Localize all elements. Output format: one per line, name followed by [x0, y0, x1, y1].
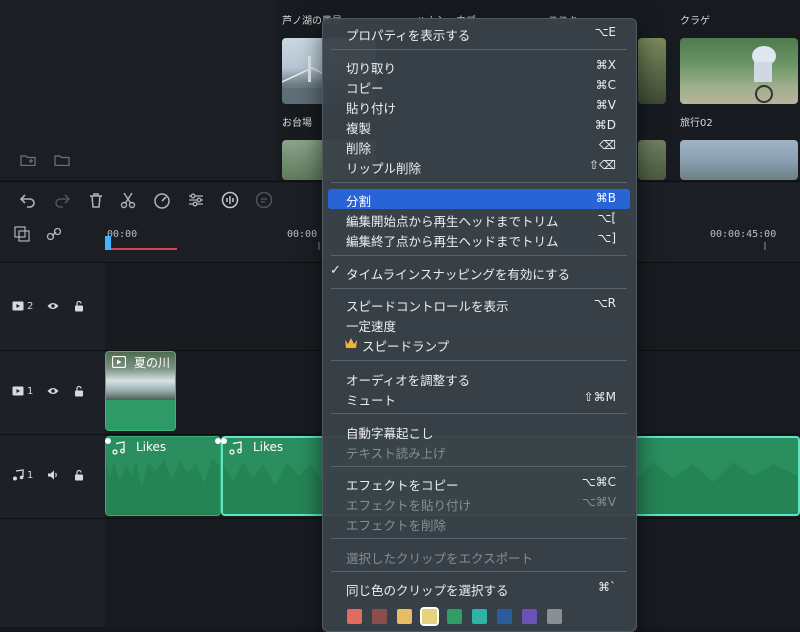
color-swatch[interactable] [547, 609, 562, 624]
menu-item-text-to-speech[interactable]: テキスト読み上げ [328, 441, 630, 461]
video-clip-icon [112, 356, 126, 368]
add-track-icon[interactable] [14, 226, 30, 242]
track-number: 1 [27, 469, 34, 481]
auto-sync-icon[interactable] [254, 190, 274, 210]
menu-item-copy[interactable]: コピー ⌘C [328, 76, 630, 96]
audio-stretch-icon[interactable] [220, 190, 240, 210]
menu-item-delete-effect[interactable]: エフェクトを削除 [328, 513, 630, 533]
menu-item-trim-end-to-playhead[interactable]: 編集終了点から再生ヘッドまでトリム ⌥] [328, 229, 630, 249]
media-library-sidebar [0, 0, 276, 180]
menu-item-constant-speed[interactable]: 一定速度 [328, 314, 630, 334]
video-track-icon [12, 386, 24, 396]
new-folder-icon[interactable] [20, 154, 36, 166]
media-thumbnail[interactable] [638, 38, 666, 104]
track-controls-video-1: 1 [12, 385, 85, 397]
audio-clip-label: Likes [253, 440, 284, 454]
menu-item-select-same-color-clips[interactable]: 同じ色のクリップを選択する ⌘` [328, 578, 630, 598]
menu-item-paste-effect[interactable]: エフェクトを貼り付け ⌥⌘V [328, 493, 630, 513]
track-controls-video-2: 2 [12, 300, 85, 312]
menu-item-ripple-delete[interactable]: リップル削除 ⇧⌫ [328, 156, 630, 176]
menu-item-paste[interactable]: 貼り付け ⌘V [328, 96, 630, 116]
media-caption: 旅行02 [680, 118, 713, 129]
keyframe-handle[interactable] [221, 438, 227, 444]
playhead-marker[interactable] [105, 236, 111, 250]
track-controls-audio-1: 1 [12, 469, 85, 481]
menu-item-cut[interactable]: 切り取り ⌘X [328, 56, 630, 76]
media-thumbnail[interactable] [680, 140, 798, 180]
media-caption: お台場 [282, 118, 312, 129]
link-icon[interactable] [46, 226, 62, 242]
menu-item-duplicate[interactable]: 複製 ⌘D [328, 116, 630, 136]
selection-range-bar [105, 248, 177, 250]
menu-separator [331, 288, 627, 289]
menu-item-split[interactable]: 分割 ⌘B [328, 189, 630, 209]
menu-separator [331, 182, 627, 183]
checkmark-icon: ✓ [330, 263, 341, 278]
menu-separator [331, 466, 627, 467]
undo-icon[interactable] [18, 190, 38, 210]
keyframe-handle[interactable] [105, 438, 111, 444]
video-clip-label: 夏の川 [134, 356, 171, 370]
menu-item-show-properties[interactable]: プロパティを表示する ⌥E [328, 23, 630, 43]
redo-icon[interactable] [52, 190, 72, 210]
color-swatch[interactable] [420, 607, 439, 626]
speed-gauge-icon[interactable] [152, 190, 172, 210]
menu-separator [331, 255, 627, 256]
color-swatch[interactable] [372, 609, 387, 624]
media-caption: クラゲ [680, 16, 710, 27]
menu-item-trim-start-to-playhead[interactable]: 編集開始点から再生ヘッドまでトリム ⌥[ [328, 209, 630, 229]
menu-item-copy-effect[interactable]: エフェクトをコピー ⌥⌘C [328, 473, 630, 493]
trash-icon[interactable] [86, 190, 106, 210]
menu-separator [331, 413, 627, 414]
adjust-sliders-icon[interactable] [186, 190, 206, 210]
audio-clip-label: Likes [136, 440, 167, 454]
color-swatch[interactable] [497, 609, 512, 624]
track-header-panel: 2 1 1 [0, 220, 106, 627]
speaker-icon[interactable] [47, 469, 59, 481]
video-clip[interactable]: 夏の川 [105, 351, 176, 431]
menu-item-export-selected-clips[interactable]: 選択したクリップをエクスポート [328, 546, 630, 566]
menu-separator [331, 49, 627, 50]
unlock-icon[interactable] [73, 385, 85, 397]
eye-icon[interactable] [47, 385, 59, 397]
menu-separator [331, 571, 627, 572]
menu-item-speed-ramp[interactable]: スピードランプ [328, 334, 630, 354]
color-swatch[interactable] [447, 609, 462, 624]
menu-item-show-speed-control[interactable]: スピードコントロールを表示 ⌥R [328, 294, 630, 314]
color-swatch[interactable] [522, 609, 537, 624]
menu-item-timeline-snapping[interactable]: ✓ タイムラインスナッピングを有効にする [328, 262, 630, 282]
track-number: 1 [27, 385, 34, 397]
menu-item-auto-transcribe[interactable]: 自動字幕起こし [328, 421, 630, 441]
time-tick: 00:00 [107, 229, 138, 240]
unlock-icon[interactable] [73, 469, 85, 481]
menu-separator [331, 538, 627, 539]
unlock-icon[interactable] [73, 300, 85, 312]
media-thumbnail[interactable] [638, 140, 666, 180]
track-number: 2 [27, 300, 34, 312]
menu-item-adjust-audio[interactable]: オーディオを調整する [328, 368, 630, 388]
video-track-icon [12, 301, 24, 311]
color-swatch[interactable] [347, 609, 362, 624]
track-header-top [0, 220, 105, 263]
context-menu: プロパティを表示する ⌥E 切り取り ⌘X コピー ⌘C 貼り付け ⌘V 複製 ⌘D 削除… [322, 18, 637, 632]
time-tick: 00:00 [287, 229, 318, 240]
menu-item-delete[interactable]: 削除 ⌫ [328, 136, 630, 156]
eye-icon[interactable] [47, 300, 59, 312]
music-note-icon [229, 441, 242, 455]
music-note-icon [13, 469, 24, 481]
media-thumbnail-travel02[interactable] [680, 38, 798, 104]
menu-separator [331, 360, 627, 361]
audio-clip[interactable]: Likes [105, 436, 221, 516]
folder-icon[interactable] [54, 154, 70, 166]
menu-item-mute[interactable]: ミュート ⇧⌘M [328, 388, 630, 408]
time-tick: 00:00:45:00 [710, 229, 777, 240]
music-note-icon [112, 441, 125, 455]
color-swatch[interactable] [472, 609, 487, 624]
color-swatch[interactable] [397, 609, 412, 624]
crown-icon [345, 338, 357, 348]
scissors-icon[interactable] [118, 190, 138, 210]
